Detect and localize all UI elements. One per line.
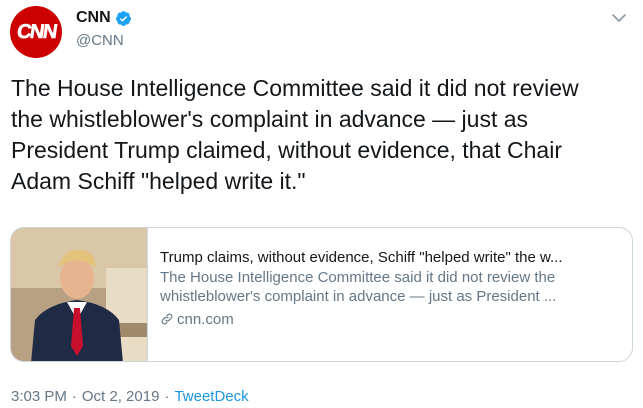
verified-badge-icon <box>115 10 132 27</box>
link-card[interactable]: Trump claims, without evidence, Schiff "… <box>10 227 633 362</box>
avatar[interactable]: CNN <box>10 6 62 58</box>
name-row: CNN <box>76 9 132 27</box>
card-description-line: whistleblower's complaint in advance — j… <box>160 288 557 305</box>
card-description-line: The House Intelligence Committee said it… <box>160 268 556 286</box>
tweet-meta: 3:03 PM · Oct 2, 2019 · TweetDeck <box>11 388 249 405</box>
card-image <box>11 228 147 361</box>
card-title: Trump claims, without evidence, Schiff "… <box>160 249 563 266</box>
card-description: The House Intelligence Committee said it… <box>160 268 632 307</box>
author-block: CNN @CNN <box>76 9 132 49</box>
card-body: Trump claims, without evidence, Schiff "… <box>147 228 632 361</box>
card-domain: cnn.com <box>160 310 632 330</box>
tweet-time[interactable]: 3:03 PM <box>11 388 67 405</box>
cnn-logo: CNN <box>15 20 58 43</box>
author-handle[interactable]: @CNN <box>76 32 132 49</box>
link-icon <box>161 313 173 325</box>
author-name[interactable]: CNN <box>76 9 111 27</box>
chevron-down-icon[interactable] <box>611 10 627 26</box>
tweet-date[interactable]: Oct 2, 2019 <box>82 388 160 405</box>
meta-separator: · <box>164 388 170 405</box>
card-domain-text: cnn.com <box>177 310 234 328</box>
meta-separator: · <box>71 388 77 405</box>
tweet-text: The House Intelligence Committee said it… <box>11 75 579 194</box>
tweet-source-link[interactable]: TweetDeck <box>174 388 248 405</box>
